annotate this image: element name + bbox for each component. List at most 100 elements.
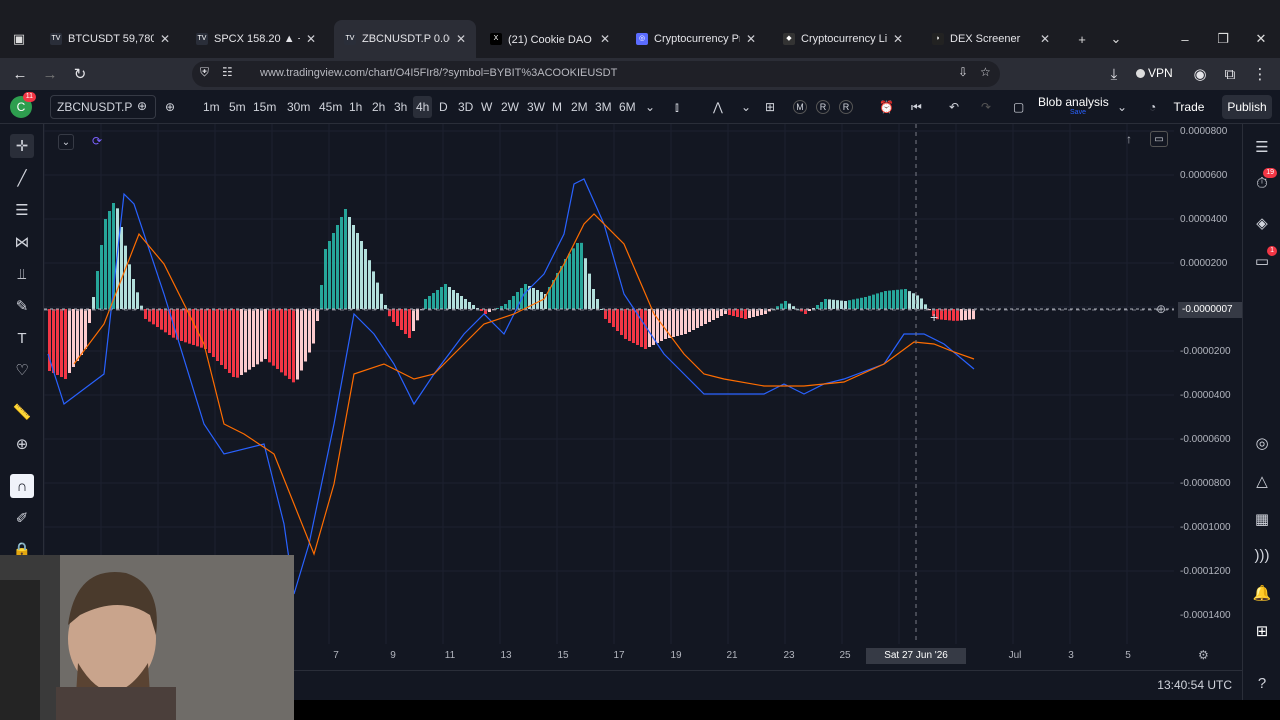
restore-icon[interactable]: ❐	[1204, 20, 1242, 58]
close-tab-icon[interactable]: ✕	[600, 32, 610, 46]
lock-drawings-icon[interactable]: ✐	[10, 506, 34, 530]
alerts-clock-icon[interactable]: ⏱ 19	[1251, 168, 1277, 194]
interval-45m[interactable]: 45m	[316, 96, 345, 118]
help-icon[interactable]: ?	[1251, 672, 1273, 694]
replay-icon[interactable]: ⏮	[908, 96, 925, 118]
magnet-icon[interactable]: ∩	[10, 474, 34, 498]
fib-icon[interactable]: ☰	[10, 198, 34, 222]
interval-4h[interactable]: 4h	[413, 96, 433, 118]
layout-dropdown-icon[interactable]: ⌄	[1114, 96, 1130, 118]
layout-name-button[interactable]: Blob analysis Save	[1038, 95, 1118, 121]
minimize-icon[interactable]: –	[1166, 20, 1204, 58]
profile-icon[interactable]: ◉	[1188, 62, 1212, 86]
mini-button-2[interactable]: R	[813, 96, 833, 118]
settings-gear-icon[interactable]: ⚙	[1198, 648, 1209, 662]
downloads-icon[interactable]: ⤓	[1102, 62, 1126, 86]
extensions-icon[interactable]: ⧉	[1218, 62, 1242, 86]
redo-icon[interactable]: ↷	[978, 96, 994, 118]
browser-tab[interactable]: X (21) Cookie DAO 🍪 o ✕	[480, 20, 620, 58]
trend-line-icon[interactable]: ╱	[10, 166, 34, 190]
indicators-icon[interactable]: ⋀	[710, 96, 726, 118]
interval-W[interactable]: W	[478, 96, 495, 118]
interval-15m[interactable]: 15m	[250, 96, 279, 118]
browser-tab[interactable]: ◆ Cryptocurrency Liquid ✕	[773, 20, 913, 58]
browser-tab[interactable]: ◎ Cryptocurrency Prices ✕	[626, 20, 766, 58]
new-tab-button[interactable]: +	[1063, 20, 1101, 58]
close-tab-icon[interactable]: ✕	[893, 32, 903, 46]
publish-button[interactable]: Publish	[1222, 95, 1272, 119]
browser-tab[interactable]: TV SPCX 158.20 ▲ +3.24 ✕	[186, 20, 326, 58]
crosshair-icon[interactable]: ✛	[10, 134, 34, 158]
close-tab-icon[interactable]: ✕	[306, 32, 316, 46]
interval-2h[interactable]: 2h	[369, 96, 388, 118]
add-price-line-icon[interactable]: ⊕	[1156, 302, 1166, 316]
scroll-up-icon[interactable]: ↑	[1126, 132, 1132, 146]
collapse-legend-icon[interactable]: ⌄	[58, 134, 74, 150]
patterns-icon[interactable]: ⋈	[10, 230, 34, 254]
browser-tab[interactable]: TV ZBCNUSDT.P 0.00227 ✕	[334, 20, 476, 58]
layers-icon[interactable]: ◈	[1251, 212, 1273, 234]
interval-1h[interactable]: 1h	[346, 96, 365, 118]
brush-icon[interactable]: ✎	[10, 294, 34, 318]
stream-icon[interactable]: )))	[1251, 544, 1273, 566]
symbol-search[interactable]: ZBCNUSDT.P ⊕	[50, 95, 156, 119]
undo-icon[interactable]: ↶	[946, 96, 962, 118]
back-icon[interactable]: ←	[8, 62, 32, 86]
mini-button-3[interactable]: R	[836, 96, 856, 118]
layouts-icon[interactable]: ⊞	[762, 96, 778, 118]
interval-2M[interactable]: 2M	[568, 96, 591, 118]
calendar-icon[interactable]: ▦	[1251, 508, 1273, 530]
interval-3D[interactable]: 3D	[455, 96, 476, 118]
interval-3M[interactable]: 3M	[592, 96, 615, 118]
interval-30m[interactable]: 30m	[284, 96, 313, 118]
favorites-heart-icon[interactable]: ♡	[10, 358, 34, 382]
download-page-icon[interactable]: ⇩	[958, 65, 968, 79]
mini-button-1[interactable]: M	[790, 96, 810, 118]
interval-M[interactable]: M	[549, 96, 565, 118]
candle-type-icon[interactable]: ⫾	[672, 96, 682, 118]
close-window-icon[interactable]: ✕	[1242, 20, 1280, 58]
interval-6M[interactable]: 6M	[616, 96, 639, 118]
layout-square-icon[interactable]: ▢	[1010, 96, 1027, 118]
tab-list-chevron-icon[interactable]: ⌄	[1097, 20, 1135, 58]
trade-button[interactable]: Trade	[1168, 95, 1210, 119]
interval-2W[interactable]: 2W	[498, 96, 522, 118]
browser-menu-kebab-icon[interactable]: ⋮	[1248, 62, 1272, 86]
close-tab-icon[interactable]: ✕	[1040, 32, 1050, 46]
ruler-icon[interactable]: 📏	[10, 400, 34, 424]
notifications-bell-icon[interactable]: 🔔	[1251, 582, 1273, 604]
browser-tab[interactable]: TV BTCUSDT 59,780.87 ▲ ✕	[40, 20, 180, 58]
quick-search-icon[interactable]: ◔	[1146, 96, 1159, 118]
interval-D[interactable]: D	[436, 96, 451, 118]
reload-icon[interactable]: ↻	[68, 62, 92, 86]
site-settings-icon[interactable]: ☷	[222, 65, 233, 79]
indicators-dropdown-icon[interactable]: ⌄	[738, 96, 754, 118]
close-tab-icon[interactable]: ✕	[160, 32, 170, 46]
fullscreen-icon[interactable]: ▭	[1150, 131, 1168, 147]
apps-grid-icon[interactable]: ⊞	[1251, 620, 1273, 642]
watchlist-icon[interactable]: ☰	[1251, 136, 1273, 158]
projection-icon[interactable]: ⫫	[10, 262, 34, 286]
alert-icon[interactable]: ⏰	[876, 96, 897, 118]
interval-dropdown-icon[interactable]: ⌄	[642, 96, 658, 118]
site-security-icon[interactable]: ⛨	[200, 65, 209, 80]
interval-1m[interactable]: 1m	[200, 96, 223, 118]
browser-tab[interactable]: ◗ DEX Screener ✕	[922, 20, 1060, 58]
close-tab-icon[interactable]: ✕	[456, 32, 466, 46]
interval-5m[interactable]: 5m	[226, 96, 249, 118]
text-icon[interactable]: T	[10, 326, 34, 350]
notes-icon[interactable]: ▭ 1	[1251, 246, 1277, 272]
interval-3h[interactable]: 3h	[391, 96, 410, 118]
close-tab-icon[interactable]: ✕	[746, 32, 756, 46]
vpn-badge[interactable]: VPN	[1136, 66, 1173, 80]
interval-3W[interactable]: 3W	[524, 96, 548, 118]
ideas-icon[interactable]: △	[1251, 470, 1273, 492]
target-icon[interactable]: ◎	[1251, 432, 1273, 454]
avatar[interactable]: C 11	[10, 92, 36, 118]
forward-icon[interactable]: →	[38, 62, 62, 86]
bookmark-star-icon[interactable]: ☆	[980, 65, 991, 79]
url-field[interactable]: ⛨ ☷ www.tradingview.com/chart/O4I5FIr8/?…	[192, 61, 1000, 87]
browser-tab-strip: ▣ TVBTCUSDT 59,780.87 ▲✕TVSPCX 158.20 ▲ …	[0, 0, 1280, 58]
compare-symbol-icon[interactable]: ⊕	[162, 96, 178, 118]
zoom-icon[interactable]: ⊕	[10, 432, 34, 456]
